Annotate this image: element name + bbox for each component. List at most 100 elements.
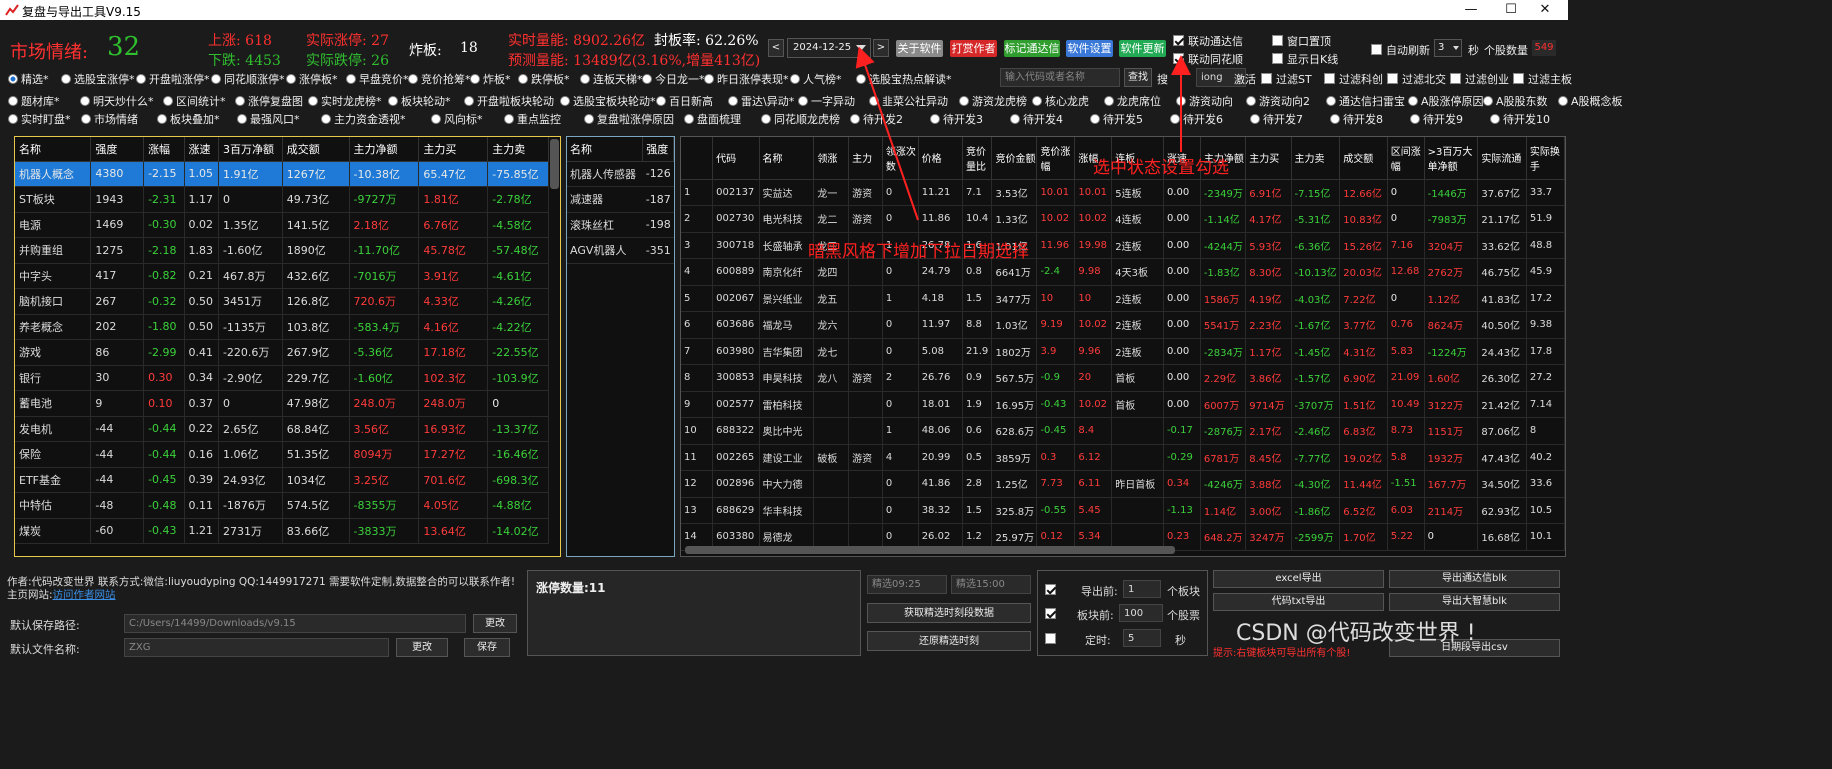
activate-link[interactable]: 激活 (1234, 71, 1256, 87)
stock-col-header[interactable]: 领涨次数 (882, 137, 919, 180)
tab-row1-2[interactable]: 开盘啦涨停* (136, 71, 210, 87)
table-row[interactable]: 中字头 417 -0.82 0.21 467.8万 432.6亿 -7016万 3.91亿 -4… (15, 263, 549, 289)
sub-col-header[interactable]: 强度 (642, 137, 674, 162)
table-row[interactable]: 5 002067 景兴纸业 龙五 1 4.18 1.5 3477万 10 10 2连板 0.00 158… (681, 285, 1565, 312)
tab-row3-15[interactable]: 待开发7 (1250, 111, 1303, 127)
sector-col-header[interactable]: 主力买 (418, 137, 489, 162)
table-row[interactable]: 8 300853 申昊科技 龙八 游资 2 26.76 0.9 567.5万 -0.9 20 首板 0.… (681, 364, 1565, 392)
table-row[interactable]: 中特估 -48 -0.48 0.11 -1876万 574.5亿 -8355万 4.05亿 -4… (15, 492, 549, 519)
sector-col-header[interactable]: 3百万净额 (218, 137, 283, 162)
table-row[interactable]: 蓄电池 9 0.10 0.37 0 47.98亿 248.0万 248.0万 0 (15, 390, 549, 417)
file-name-input[interactable]: ZXG (124, 638, 389, 657)
tab-row2-15[interactable]: 游资动向 (1176, 93, 1233, 109)
tab-row2-8[interactable]: 百日新高 (656, 93, 713, 109)
stock-col-header[interactable]: 区间涨幅 (1387, 137, 1425, 180)
next-date-button[interactable]: > (873, 39, 889, 57)
export-before-checkbox[interactable] (1045, 584, 1056, 595)
table-row[interactable]: 银行 30 0.30 0.34 -2.90亿 229.7亿 -1.60亿 102.3亿 -103… (15, 365, 549, 391)
tab-row2-13[interactable]: 核心龙虎 (1032, 93, 1089, 109)
tab-row2-19[interactable]: A股股东数 (1483, 93, 1548, 109)
stock-col-header[interactable]: 竞价量比 (962, 137, 993, 180)
refresh-interval-select[interactable]: 3 (1434, 39, 1462, 57)
tab-row1-1[interactable]: 选股宝涨停* (61, 71, 135, 87)
tab-row2-20[interactable]: A股概念板 (1558, 93, 1623, 109)
tab-row1-9[interactable]: 连板天梯* (580, 71, 643, 87)
table-row[interactable]: 2 002730 电光科技 龙二 游资 0 11.86 10.4 1.33亿 10.02 10.02… (681, 205, 1565, 233)
table-row[interactable]: 4 600889 南京化纤 龙四 0 24.79 0.8 6641万 -2.4 9.98 4天3板 0… (681, 258, 1565, 286)
export-dzh-button[interactable]: 导出大智慧blk (1389, 593, 1560, 611)
fetch-period-button[interactable]: 获取精选时刻段数据 (867, 603, 1031, 623)
tab-row3-16[interactable]: 待开发8 (1330, 111, 1383, 127)
sector-col-header[interactable]: 涨速 (184, 137, 219, 162)
change-path-button[interactable]: 更改 (473, 614, 517, 633)
tab-row3-6[interactable]: 重点监控 (504, 111, 561, 127)
update-button[interactable]: 软件更新 (1119, 40, 1166, 57)
table-row[interactable]: 1 002137 实益达 龙一 游资 0 11.21 7.1 3.53亿 10.01 10.01 5连… (681, 179, 1565, 206)
stock-horizontal-scrollbar[interactable] (685, 546, 1175, 554)
table-row[interactable]: 发电机 -44 -0.44 0.22 2.65亿 68.84亿 3.56亿 16.93亿 -13… (15, 416, 549, 442)
tab-row1-12[interactable]: 人气榜* (790, 71, 842, 87)
filter-checkbox-4[interactable]: 过滤主板 (1513, 71, 1572, 87)
tab-row3-7[interactable]: 复盘啦涨停原因 (584, 111, 674, 127)
filter-checkbox-2[interactable]: 过滤北交 (1387, 71, 1446, 87)
tab-row3-17[interactable]: 待开发9 (1410, 111, 1463, 127)
timer-checkbox[interactable] (1045, 633, 1056, 644)
tab-row2-5[interactable]: 板块轮动* (388, 93, 451, 109)
tab-row3-13[interactable]: 待开发5 (1090, 111, 1143, 127)
block-before-select[interactable]: 100 (1119, 604, 1163, 622)
close-button[interactable]: ✕ (1522, 0, 1568, 20)
sector-col-header[interactable]: 涨幅 (143, 137, 185, 162)
table-row[interactable]: 12 002896 中大力德 0 41.86 2.8 1.25亿 7.73 6.11 昨日首板 0.… (681, 470, 1565, 498)
link-tdx-checkbox[interactable]: 联动通达信 (1173, 33, 1243, 49)
tab-row3-1[interactable]: 市场情绪 (81, 111, 138, 127)
prev-date-button[interactable]: < (768, 39, 784, 57)
tab-row3-8[interactable]: 盘面梳理 (684, 111, 741, 127)
tab-row2-17[interactable]: 通达信扫雷宝 (1326, 93, 1405, 109)
tab-row2-3[interactable]: 涨停复盘图 (235, 93, 303, 109)
sector-col-header[interactable]: 强度 (90, 137, 145, 162)
table-row[interactable]: 10 688322 奥比中光 1 48.06 0.6 628.6万 -0.45 8.4 -0.17… (681, 417, 1565, 445)
tab-row2-6[interactable]: 开盘啦板块轮动 (464, 93, 554, 109)
stock-col-header[interactable]: 实际流通 (1477, 137, 1527, 180)
stock-col-header[interactable]: 竞价金额 (991, 137, 1038, 180)
donate-button[interactable]: 打赏作者 (950, 40, 997, 57)
tab-row1-4[interactable]: 涨停板* (286, 71, 338, 87)
tab-row3-3[interactable]: 最强风口* (237, 111, 300, 127)
about-button[interactable]: 关于软件 (896, 40, 943, 57)
stock-col-header[interactable]: >3百万大单净额 (1424, 137, 1479, 180)
search-button[interactable]: 查找 (1124, 68, 1152, 87)
stock-col-header[interactable]: 实际换手 (1526, 137, 1565, 180)
tab-row2-14[interactable]: 龙虎席位 (1104, 93, 1161, 109)
tab-row1-3[interactable]: 同花顺涨停* (211, 71, 285, 87)
tab-row1-8[interactable]: 跌停板* (518, 71, 570, 87)
stock-col-header[interactable]: 价格 (918, 137, 963, 180)
stock-col-header[interactable]: 主力买 (1245, 137, 1292, 180)
table-row[interactable]: 11 002265 建设工业 破板 游资 4 20.99 0.5 3859万 0.3 6.12 -0.… (681, 444, 1565, 471)
tab-row1-6[interactable]: 竞价抢筹* (408, 71, 471, 87)
tab-row2-16[interactable]: 游资动向2 (1246, 93, 1310, 109)
timer-select[interactable]: 5 (1123, 629, 1161, 647)
stock-col-header[interactable] (681, 137, 714, 180)
save-path-input[interactable]: C:/Users/14499/Downloads/v9.15 (124, 614, 466, 633)
window-top-checkbox[interactable]: 窗口置顶 (1272, 33, 1331, 49)
date-picker[interactable]: 2024-12-25 (787, 38, 871, 58)
table-row[interactable]: 机器人概念 4380 -2.15 1.05 1.91亿 1267亿 -10.38亿 65.47… (15, 161, 549, 187)
sub-col-header[interactable]: 名称 (567, 137, 644, 162)
tab-row1-11[interactable]: 昨日涨停表现* (704, 71, 789, 87)
table-row[interactable]: 养老概念 202 -1.80 0.50 -1135万 103.8亿 -583.4万 4.16亿… (15, 314, 549, 340)
list-item[interactable]: AGV机器人 -351 (567, 237, 674, 264)
restore-period-button[interactable]: 还原精选时刻 (867, 631, 1031, 651)
tab-row2-1[interactable]: 明天炒什么* (80, 93, 154, 109)
table-row[interactable]: 13 688629 华丰科技 0 38.32 1.5 325.8万 -0.55 5.45 -1.1… (681, 497, 1565, 524)
stock-col-header[interactable]: 竞价涨幅 (1036, 137, 1076, 180)
stock-col-header[interactable]: 名称 (759, 137, 815, 180)
search-input[interactable]: 输入代码或者名称 (1000, 68, 1120, 87)
tab-row3-5[interactable]: 风向标* (431, 111, 483, 127)
excel-export-button[interactable]: excel导出 (1213, 570, 1384, 588)
txt-export-button[interactable]: 代码txt导出 (1213, 593, 1384, 611)
tab-row2-11[interactable]: 韭菜公社异动 (869, 93, 948, 109)
table-row[interactable]: 保险 -44 -0.44 0.16 1.06亿 51.35亿 8094万 17.27亿 -16.… (15, 441, 549, 468)
tab-row1-5[interactable]: 早盘竞价* (346, 71, 409, 87)
list-item[interactable]: 机器人传感器 -126 (567, 161, 674, 187)
table-row[interactable]: 9 002577 雷柏科技 0 18.01 1.9 16.95万 -0.43 10.02 首板 0.… (681, 391, 1565, 418)
